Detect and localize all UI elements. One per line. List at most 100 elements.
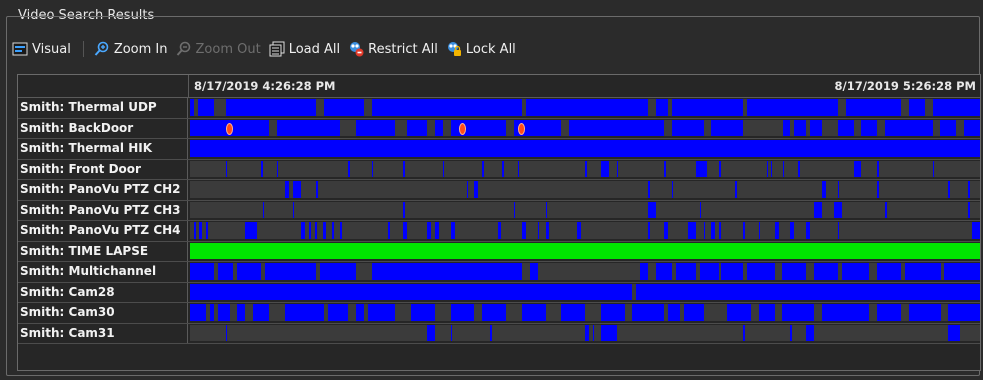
recording-segment[interactable] bbox=[837, 181, 840, 198]
camera-timeline-track[interactable] bbox=[190, 181, 980, 198]
recording-segment[interactable] bbox=[442, 160, 445, 177]
recording-segment[interactable] bbox=[427, 222, 431, 239]
recording-segment[interactable] bbox=[308, 222, 311, 239]
recording-segment[interactable] bbox=[758, 222, 761, 239]
recording-segment[interactable] bbox=[648, 201, 657, 218]
recording-segment[interactable] bbox=[877, 160, 879, 177]
camera-timeline-track[interactable] bbox=[190, 263, 980, 280]
recording-segment[interactable] bbox=[517, 160, 520, 177]
camera-row[interactable]: Smith: Multichannel bbox=[18, 262, 980, 283]
recording-segment[interactable] bbox=[932, 160, 935, 177]
recording-segment[interactable] bbox=[695, 160, 708, 177]
recording-segment[interactable] bbox=[770, 160, 773, 177]
recording-segment[interactable] bbox=[735, 181, 737, 198]
recording-segment[interactable] bbox=[314, 222, 318, 239]
camera-row[interactable]: Smith: PanoVu PTZ CH2 bbox=[18, 180, 980, 201]
recording-segment[interactable] bbox=[822, 181, 826, 198]
recording-segment[interactable] bbox=[450, 222, 455, 239]
recording-segment[interactable] bbox=[687, 222, 696, 239]
recording-segment[interactable] bbox=[276, 160, 279, 177]
recording-segment[interactable] bbox=[427, 324, 435, 341]
load-all-button[interactable]: Load All bbox=[269, 41, 340, 57]
recording-segment[interactable] bbox=[225, 160, 228, 177]
camera-row[interactable]: Smith: TIME LAPSE bbox=[18, 241, 980, 262]
recording-segment[interactable] bbox=[968, 201, 970, 218]
recording-segment[interactable] bbox=[199, 222, 202, 239]
recording-segment[interactable] bbox=[782, 160, 785, 177]
recording-segment[interactable] bbox=[193, 222, 197, 239]
recording-segment[interactable] bbox=[885, 201, 887, 218]
recording-segment[interactable] bbox=[292, 201, 295, 218]
recording-segment[interactable] bbox=[837, 222, 840, 239]
recording-segment[interactable] bbox=[806, 222, 811, 239]
recording-segment[interactable] bbox=[498, 222, 502, 239]
camera-timeline-track[interactable] bbox=[190, 304, 980, 321]
recording-segment[interactable] bbox=[585, 160, 587, 177]
recording-segment[interactable] bbox=[585, 324, 589, 341]
camera-timeline-track[interactable] bbox=[190, 242, 980, 259]
recording-segment[interactable] bbox=[371, 160, 374, 177]
recording-segment[interactable] bbox=[434, 222, 439, 239]
recording-segment[interactable] bbox=[190, 140, 980, 157]
zoom-out-button[interactable]: Zoom Out bbox=[176, 41, 261, 57]
camera-row[interactable]: Smith: Cam31 bbox=[18, 323, 980, 344]
camera-timeline-track[interactable] bbox=[190, 324, 980, 341]
recording-segment[interactable] bbox=[719, 222, 721, 239]
timelapse-segment[interactable] bbox=[190, 242, 980, 259]
recording-segment[interactable] bbox=[968, 181, 970, 198]
recording-segment[interactable] bbox=[482, 160, 484, 177]
recording-segment[interactable] bbox=[205, 222, 209, 239]
recording-segment[interactable] bbox=[853, 160, 862, 177]
recording-segment[interactable] bbox=[537, 222, 540, 239]
recording-segment[interactable] bbox=[225, 324, 228, 341]
camera-row[interactable]: Smith: Thermal HIK bbox=[18, 139, 980, 160]
recording-segment[interactable] bbox=[699, 201, 702, 218]
recording-segment[interactable] bbox=[766, 160, 769, 177]
camera-timeline-track[interactable] bbox=[190, 201, 980, 218]
zoom-in-button[interactable]: Zoom In bbox=[94, 41, 168, 57]
recording-segment[interactable] bbox=[450, 324, 453, 341]
recording-segment[interactable] bbox=[190, 283, 980, 300]
recording-segment[interactable] bbox=[322, 222, 326, 239]
recording-segment[interactable] bbox=[719, 160, 721, 177]
lock-all-button[interactable]: Lock All bbox=[446, 41, 516, 57]
recording-segment[interactable] bbox=[403, 201, 405, 218]
recording-segment[interactable] bbox=[316, 181, 318, 198]
recording-segment[interactable] bbox=[387, 222, 390, 239]
recording-segment[interactable] bbox=[245, 222, 258, 239]
recording-segment[interactable] bbox=[671, 181, 674, 198]
recording-segment[interactable] bbox=[743, 222, 746, 239]
camera-row[interactable]: Smith: PanoVu PTZ CH3 bbox=[18, 200, 980, 221]
recording-segment[interactable] bbox=[798, 160, 800, 177]
recording-segment[interactable] bbox=[664, 222, 668, 239]
recording-segment[interactable] bbox=[348, 160, 350, 177]
recording-segment[interactable] bbox=[332, 222, 334, 239]
recording-segment[interactable] bbox=[616, 160, 619, 177]
recording-segment[interactable] bbox=[513, 201, 516, 218]
event-marker[interactable] bbox=[458, 122, 466, 135]
recording-segment[interactable] bbox=[502, 160, 504, 177]
camera-row[interactable]: Smith: Cam30 bbox=[18, 303, 980, 324]
recording-segment[interactable] bbox=[261, 160, 263, 177]
recording-segment[interactable] bbox=[806, 324, 815, 341]
recording-segment[interactable] bbox=[790, 324, 792, 341]
recording-segment[interactable] bbox=[284, 181, 289, 198]
recording-segment[interactable] bbox=[545, 201, 548, 218]
camera-timeline-track[interactable] bbox=[190, 222, 980, 239]
camera-row[interactable]: Smith: Front Door bbox=[18, 159, 980, 180]
recording-segment[interactable] bbox=[814, 201, 822, 218]
recording-segment[interactable] bbox=[262, 201, 265, 218]
recording-segment[interactable] bbox=[790, 222, 795, 239]
camera-row[interactable]: Smith: PanoVu PTZ CH4 bbox=[18, 221, 980, 242]
recording-segment[interactable] bbox=[648, 222, 650, 239]
recording-segment[interactable] bbox=[703, 222, 706, 239]
event-marker[interactable] bbox=[517, 122, 525, 135]
camera-timeline-track[interactable] bbox=[190, 283, 980, 300]
camera-timeline-track[interactable] bbox=[190, 119, 980, 136]
recording-segment[interactable] bbox=[648, 181, 650, 198]
recording-segment[interactable] bbox=[948, 324, 961, 341]
camera-timeline-track[interactable] bbox=[190, 99, 980, 116]
restrict-all-button[interactable]: Restrict All bbox=[348, 41, 438, 57]
camera-timeline-track[interactable] bbox=[190, 160, 980, 177]
recording-segment[interactable] bbox=[711, 222, 716, 239]
